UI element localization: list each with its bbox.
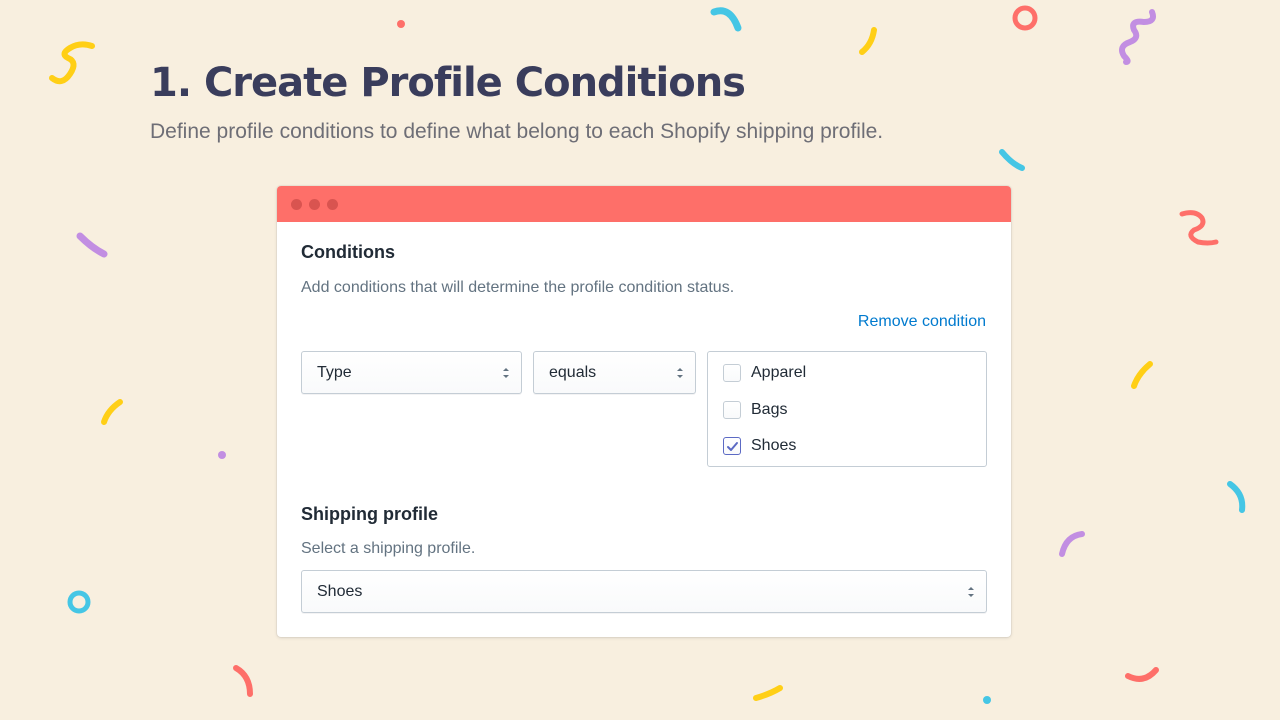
conditions-heading: Conditions (301, 242, 395, 262)
shipping-profile-description: Select a shipping profile. (301, 540, 476, 557)
condition-field-value: Type (317, 363, 352, 381)
shoes-checkbox[interactable] (723, 437, 741, 455)
confetti-curve (859, 27, 877, 55)
select-arrows-icon (968, 587, 974, 597)
page-subtitle: Define profile conditions to define what… (150, 120, 884, 143)
apparel-checkbox[interactable] (723, 364, 741, 382)
confetti-curve (999, 149, 1025, 171)
shipping-profile-value: Shoes (317, 582, 363, 600)
select-arrows-icon (677, 368, 683, 378)
window-close-dot (291, 198, 302, 210)
checkbox-label: Bags (751, 401, 788, 418)
checkbox-row-bags[interactable]: Bags (723, 398, 787, 422)
window-minimize-dot (309, 198, 320, 210)
confetti-curve (1125, 667, 1159, 682)
confetti-dot (397, 20, 405, 28)
condition-operator-select[interactable]: equals (533, 351, 696, 394)
checkbox-label: Shoes (751, 437, 797, 454)
shipping-profile-select[interactable]: Shoes (301, 570, 987, 613)
select-arrows-icon (503, 368, 509, 378)
confetti-dot (218, 451, 226, 459)
confetti-squiggle (49, 41, 95, 85)
conditions-description: Add conditions that will determine the p… (301, 279, 735, 296)
confetti-curve (1131, 361, 1153, 389)
confetti-squiggle (1119, 9, 1156, 65)
checkbox-row-apparel[interactable]: Apparel (723, 361, 806, 385)
confetti-dot (983, 696, 991, 704)
checkbox-label: Apparel (751, 364, 807, 381)
checkbox-row-shoes[interactable]: Shoes (723, 434, 796, 458)
shipping-profile-heading: Shipping profile (301, 504, 438, 524)
condition-operator-value: equals (549, 363, 597, 381)
condition-values-list: Apparel Bags Shoes (707, 351, 987, 467)
confetti-curve (753, 685, 783, 701)
condition-field-select[interactable]: Type (301, 351, 522, 394)
remove-condition-link[interactable]: Remove condition (858, 313, 986, 331)
bags-checkbox[interactable] (723, 401, 741, 419)
confetti-ring (67, 590, 91, 614)
confetti-curve (101, 399, 123, 425)
window-maximize-dot (327, 198, 338, 210)
confetti-ring (1012, 5, 1038, 31)
confetti-squiggle (1179, 210, 1219, 246)
confetti-curve (233, 665, 253, 697)
confetti-curve (76, 232, 108, 258)
window-titlebar (277, 186, 1011, 222)
page-title: 1. Create Profile Conditions (150, 60, 746, 106)
app-window: Conditions Add conditions that will dete… (277, 186, 1011, 637)
confetti-curve (1227, 481, 1246, 513)
checkmark-icon (727, 442, 738, 451)
confetti-curve (1059, 531, 1085, 557)
confetti-curve (710, 7, 742, 32)
